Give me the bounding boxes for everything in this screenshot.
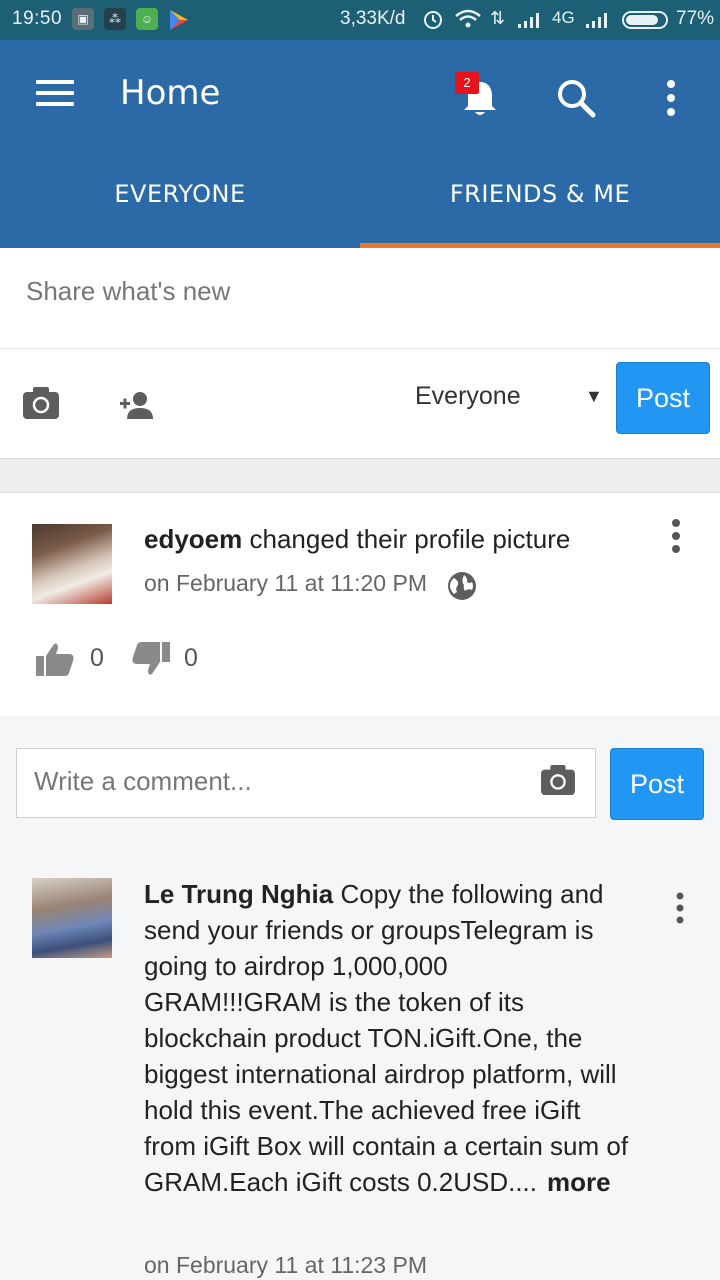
comment-placeholder[interactable]: Write a comment...	[34, 766, 252, 797]
feed-item-action: changed their profile picture	[242, 524, 571, 554]
comment-camera-icon[interactable]	[540, 764, 576, 796]
active-tab-indicator	[360, 243, 720, 248]
author-name[interactable]: edyoem	[144, 524, 242, 554]
tab-friends-and-me[interactable]: FRIENDS & ME	[360, 180, 720, 208]
thumbs-up-icon[interactable]	[34, 640, 76, 678]
network-speed: 3,33K/d	[340, 8, 406, 29]
network-type: 4G	[552, 8, 575, 27]
page-title: Home	[120, 73, 221, 113]
divider	[0, 348, 720, 349]
data-transfer-icon: ⇅	[490, 8, 506, 28]
app-bar: Home 2 EVERYONE FRIENDS & ME	[0, 40, 720, 248]
alarm-icon	[424, 11, 442, 29]
gallery-notification-icon: ▣	[72, 8, 94, 30]
globe-icon	[448, 572, 476, 600]
post-text: Copy the following and send your friends…	[144, 879, 629, 1197]
battery-icon	[622, 11, 668, 29]
feed-item-headline: edyoem changed their profile picture	[144, 524, 624, 555]
search-icon[interactable]	[554, 76, 598, 120]
dislike-count: 0	[184, 644, 198, 672]
notification-badge: 2	[455, 72, 479, 94]
add-person-icon[interactable]	[118, 390, 154, 420]
avatar[interactable]	[32, 878, 112, 958]
signal-icon	[518, 13, 539, 28]
share-input[interactable]: Share what's new	[26, 276, 230, 307]
audience-select[interactable]: Everyone	[415, 382, 521, 411]
camera-icon[interactable]	[22, 386, 60, 420]
avatar[interactable]	[32, 524, 112, 604]
wifi-icon	[455, 9, 481, 28]
author-name[interactable]: Le Trung Nghia	[144, 879, 333, 909]
feed-item-timestamp: on February 11 at 11:23 PM	[144, 1252, 427, 1278]
more-link[interactable]: more	[547, 1167, 611, 1197]
like-count: 0	[90, 644, 104, 672]
play-store-icon	[170, 10, 188, 30]
post-button[interactable]: Post	[616, 362, 710, 434]
bbm-notification-icon: ⁂	[104, 8, 126, 30]
overflow-menu-icon[interactable]	[660, 78, 682, 118]
battery-level: 77%	[676, 8, 715, 29]
section-separator	[0, 458, 720, 493]
status-time: 19:50	[12, 8, 63, 29]
dropdown-arrow-icon[interactable]: ▼	[585, 386, 603, 407]
status-bar: 19:50 ▣ ⁂ ☺ 3,33K/d ⇅ 4G 77%	[0, 0, 720, 40]
android-notification-icon: ☺	[136, 8, 158, 30]
signal-icon-2	[586, 13, 607, 28]
more-options-icon[interactable]	[674, 892, 686, 924]
feed-item-body: Le Trung Nghia Copy the following and se…	[144, 876, 632, 1200]
feed-item-timestamp: on February 11 at 11:20 PM	[144, 570, 427, 596]
thumbs-down-icon[interactable]	[130, 640, 172, 678]
tab-everyone[interactable]: EVERYONE	[0, 180, 360, 208]
more-options-icon[interactable]	[670, 518, 682, 554]
comment-post-button[interactable]: Post	[610, 748, 704, 820]
hamburger-menu-icon[interactable]	[36, 80, 76, 110]
